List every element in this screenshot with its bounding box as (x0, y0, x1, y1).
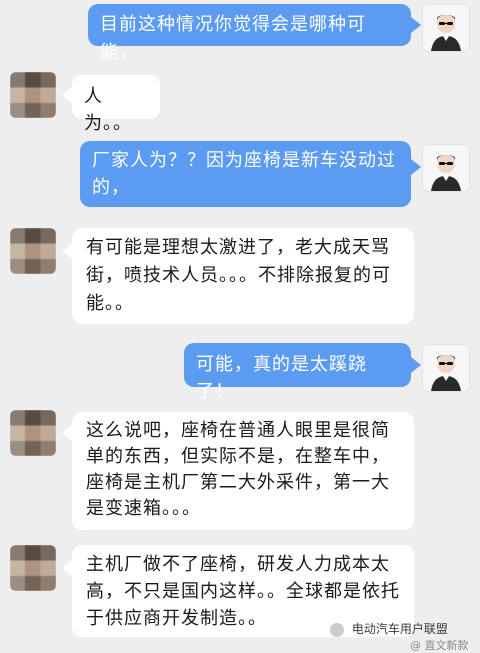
bubble-tail (62, 560, 72, 576)
message-bubble-outgoing: 目前这种情况你觉得会是哪种可能， (88, 4, 411, 63)
message-text: 人为。。 (84, 86, 132, 134)
message-text: 有可能是理想太激进了，老大成天骂街，喷技术人员。。。不排除报复的可能。。 (86, 237, 391, 314)
contact-avatar[interactable] (10, 72, 56, 118)
message-bubble-incoming: 有可能是理想太激进了，老大成天骂街，喷技术人员。。。不排除报复的可能。。 (72, 228, 414, 324)
message-bubble-incoming: 人为。。 (72, 75, 160, 134)
bubble-tail (411, 17, 421, 33)
contact-avatar[interactable] (10, 410, 56, 456)
bubble-tail (62, 425, 72, 441)
contact-avatar[interactable] (10, 228, 56, 274)
pixelated-avatar-image (10, 72, 56, 118)
message-text: 主机厂做不了座椅，研发人力成本太高，不只是国内这样。。全球都是依托于供应商开发制… (86, 554, 400, 629)
bubble-tail (62, 243, 72, 259)
bubble-tail (411, 357, 421, 373)
message-bubble-incoming: 这么说吧，座椅在普通人眼里是很简单的东西，但实际不是，在整车中，座椅是主机厂第二… (72, 412, 414, 530)
message-text: 目前这种情况你觉得会是哪种可能， (100, 14, 366, 63)
pixelated-avatar-image (10, 228, 56, 274)
watermark: 电动汽车用户联盟 @ 直文新款 (330, 620, 480, 652)
pixelated-avatar-image (10, 410, 56, 456)
user-avatar[interactable] (422, 344, 470, 392)
user-avatar[interactable] (422, 144, 470, 192)
bubble-tail (411, 159, 421, 175)
watermark-title: 电动汽车用户联盟 (351, 622, 448, 636)
person-sunglasses-icon (431, 15, 461, 51)
person-sunglasses-icon (431, 355, 461, 391)
pixelated-avatar-image (10, 545, 56, 591)
contact-avatar[interactable] (10, 545, 56, 591)
message-text: 可能，真的是太蹊跷了！ (196, 354, 367, 402)
message-text: 这么说吧，座椅在普通人眼里是很简单的东西，但实际不是，在整车中，座椅是主机厂第二… (86, 420, 390, 519)
bubble-tail (62, 87, 72, 103)
watermark-sub: @ 直文新款 (410, 639, 469, 652)
person-sunglasses-icon (431, 155, 461, 191)
message-text: 厂家人为？？因为座椅是新车没动过的， (92, 150, 396, 198)
message-bubble-outgoing: 可能，真的是太蹊跷了！ (184, 343, 411, 402)
message-bubble-outgoing: 厂家人为？？因为座椅是新车没动过的， (80, 141, 411, 207)
user-avatar[interactable] (422, 4, 470, 52)
wechat-icon (330, 622, 344, 637)
